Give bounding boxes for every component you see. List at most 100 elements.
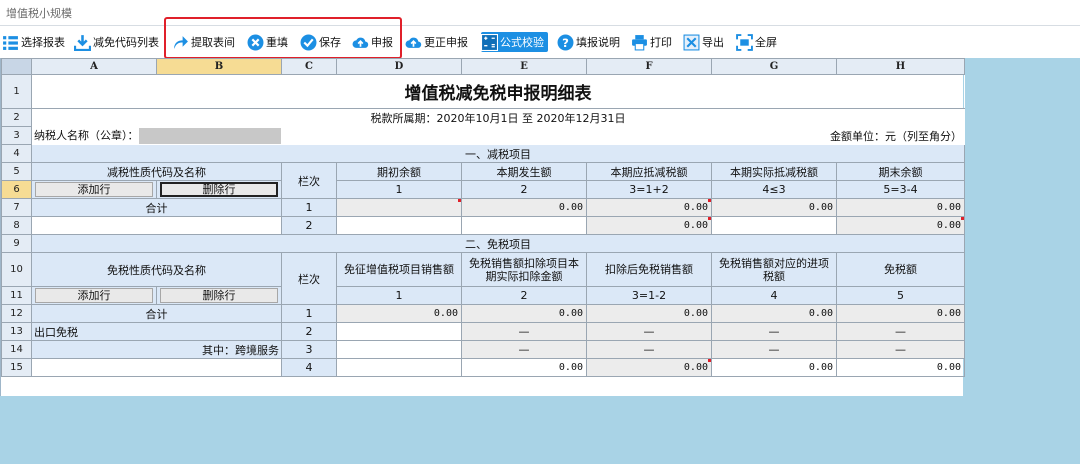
total-label: 合计 — [31, 198, 282, 217]
declare-label: 申报 — [371, 36, 393, 49]
help-icon: ? — [557, 34, 574, 51]
net-exempt-sales-cell[interactable]: 0.00 — [586, 358, 712, 377]
col-header: 免税销售额扣除项目本期实际扣除金额 — [461, 252, 587, 287]
actual-deduction-cell[interactable]: 0.00 — [711, 198, 837, 217]
opening-balance-cell[interactable] — [336, 198, 462, 217]
row-header[interactable]: 14 — [1, 340, 32, 359]
dash-cell: — — [711, 340, 837, 359]
select-form-button[interactable]: 选择报表 — [2, 32, 65, 52]
declaration-table: A B C D E F G H 1 增值税减免税申报明细表 2 税款所属期：20… — [1, 58, 965, 377]
check-circle-icon — [300, 34, 317, 51]
save-button[interactable]: 保存 — [300, 32, 341, 52]
reduction-code-input[interactable] — [31, 216, 282, 235]
input-tax-input[interactable]: 0.00 — [711, 358, 837, 377]
col-header-e[interactable]: E — [461, 58, 587, 75]
dash-cell: — — [461, 340, 587, 359]
col-header: 本期实际抵减税额 — [711, 162, 837, 181]
refill-button[interactable]: 重填 — [247, 32, 288, 52]
row-header[interactable]: 13 — [1, 322, 32, 341]
col-number: 5 — [836, 286, 965, 305]
row-header[interactable]: 2 — [1, 108, 32, 127]
row-header[interactable]: 10 — [1, 252, 32, 287]
formula-check-label: 公式校验 — [500, 36, 544, 49]
calculator-icon — [481, 33, 498, 51]
declare-button[interactable]: 申报 — [352, 32, 393, 52]
code-list-button[interactable]: 减免代码列表 — [74, 32, 159, 52]
col-header-d[interactable]: D — [336, 58, 462, 75]
delete-row-button[interactable]: 删除行 — [160, 288, 278, 303]
tax-period: 税款所属期：2020年10月1日 至 2020年12月31日 — [31, 108, 965, 127]
row-header[interactable]: 5 — [1, 162, 32, 181]
fullscreen-button[interactable]: 全屏 — [736, 32, 777, 52]
col-header-c[interactable]: C — [281, 58, 337, 75]
col-header: 期初余额 — [336, 162, 462, 181]
row-header[interactable]: 7 — [1, 198, 32, 217]
exempt-tax-cell[interactable]: 0.00 — [836, 304, 965, 323]
period-value: 2020年10月1日 至 2020年12月31日 — [436, 111, 626, 125]
row-header[interactable]: 11 — [1, 286, 32, 305]
current-amount-input[interactable] — [461, 216, 587, 235]
input-tax-cell[interactable]: 0.00 — [711, 304, 837, 323]
closing-balance-cell[interactable]: 0.00 — [836, 198, 965, 217]
title-bar: 增值税小规模 — [0, 0, 1080, 26]
col-header: 扣除后免税销售额 — [586, 252, 712, 287]
col-header-f[interactable]: F — [586, 58, 712, 75]
col-header-a[interactable]: A — [31, 58, 157, 75]
deduction-amount-cell[interactable]: 0.00 — [461, 304, 587, 323]
delete-row-button[interactable]: 删除行 — [160, 182, 278, 197]
row-header[interactable]: 12 — [1, 304, 32, 323]
correct-declare-button[interactable]: 更正申报 — [405, 32, 468, 52]
net-exempt-sales-cell[interactable]: 0.00 — [586, 304, 712, 323]
redacted-name — [138, 128, 281, 144]
dash-cell: — — [711, 322, 837, 341]
fetch-period-label: 提取表间 — [191, 36, 235, 49]
table-row: 3 纳税人名称（公章）： 金额单位：元（列至角分） — [1, 126, 965, 145]
share-arrow-icon — [172, 34, 189, 51]
refill-label: 重填 — [266, 36, 288, 49]
row-header[interactable]: 1 — [1, 74, 32, 109]
exempt-sales-cell[interactable]: 0.00 — [336, 304, 462, 323]
deductible-cell[interactable]: 0.00 — [586, 198, 712, 217]
exempt-sales-input[interactable] — [336, 322, 462, 341]
table-row: 10 免税性质代码及名称 栏次 免征增值税项目销售额 免税销售额扣除项目本期实际… — [1, 252, 965, 305]
exempt-tax-input[interactable]: 0.00 — [836, 358, 965, 377]
deduction-amount-input[interactable]: 0.00 — [461, 358, 587, 377]
correct-declare-label: 更正申报 — [424, 36, 468, 49]
row-header[interactable]: 15 — [1, 358, 32, 377]
closing-balance-cell[interactable]: 0.00 — [836, 216, 965, 235]
opening-balance-input[interactable] — [336, 216, 462, 235]
dash-cell: — — [461, 322, 587, 341]
col-header: 免征增值税项目销售额 — [336, 252, 462, 287]
row-header[interactable]: 3 — [1, 126, 32, 145]
add-row-button[interactable]: 添加行 — [35, 288, 153, 303]
select-form-label: 选择报表 — [21, 36, 65, 49]
export-button[interactable]: 导出 — [683, 32, 724, 52]
col-header-h[interactable]: H — [836, 58, 965, 75]
add-row-button[interactable]: 添加行 — [35, 182, 153, 197]
fetch-period-button[interactable]: 提取表间 — [172, 32, 235, 52]
row-header[interactable]: 8 — [1, 216, 32, 235]
table-row: 6 添加行 删除行 1 2 3=1+2 4≤3 5=3-4 — [1, 180, 965, 199]
fill-help-button[interactable]: ? 填报说明 — [557, 32, 620, 52]
exempt-sales-input[interactable] — [336, 358, 462, 377]
table-row: 13 出口免税 2 — — — — — [1, 322, 965, 341]
select-all-corner[interactable] — [1, 58, 32, 75]
col-header-b[interactable]: B — [156, 58, 282, 75]
row-header[interactable]: 9 — [1, 234, 32, 253]
exempt-sales-input[interactable] — [336, 340, 462, 359]
line-number: 1 — [281, 198, 337, 217]
current-amount-cell[interactable]: 0.00 — [461, 198, 587, 217]
fullscreen-icon — [736, 33, 753, 51]
fill-help-label: 填报说明 — [576, 36, 620, 49]
deductible-cell[interactable]: 0.00 — [586, 216, 712, 235]
line-no-header: 栏次 — [281, 252, 337, 305]
actual-deduction-input[interactable] — [711, 216, 837, 235]
print-button[interactable]: 打印 — [631, 32, 672, 52]
line-no-header: 栏次 — [281, 162, 337, 199]
col-header-g[interactable]: G — [711, 58, 837, 75]
row-header[interactable]: 4 — [1, 144, 32, 163]
section-title-exemption: 二、免税项目 — [31, 234, 965, 253]
row-header[interactable]: 6 — [1, 180, 32, 199]
exemption-code-input[interactable] — [31, 358, 282, 377]
formula-check-button[interactable]: 公式校验 — [481, 32, 548, 52]
